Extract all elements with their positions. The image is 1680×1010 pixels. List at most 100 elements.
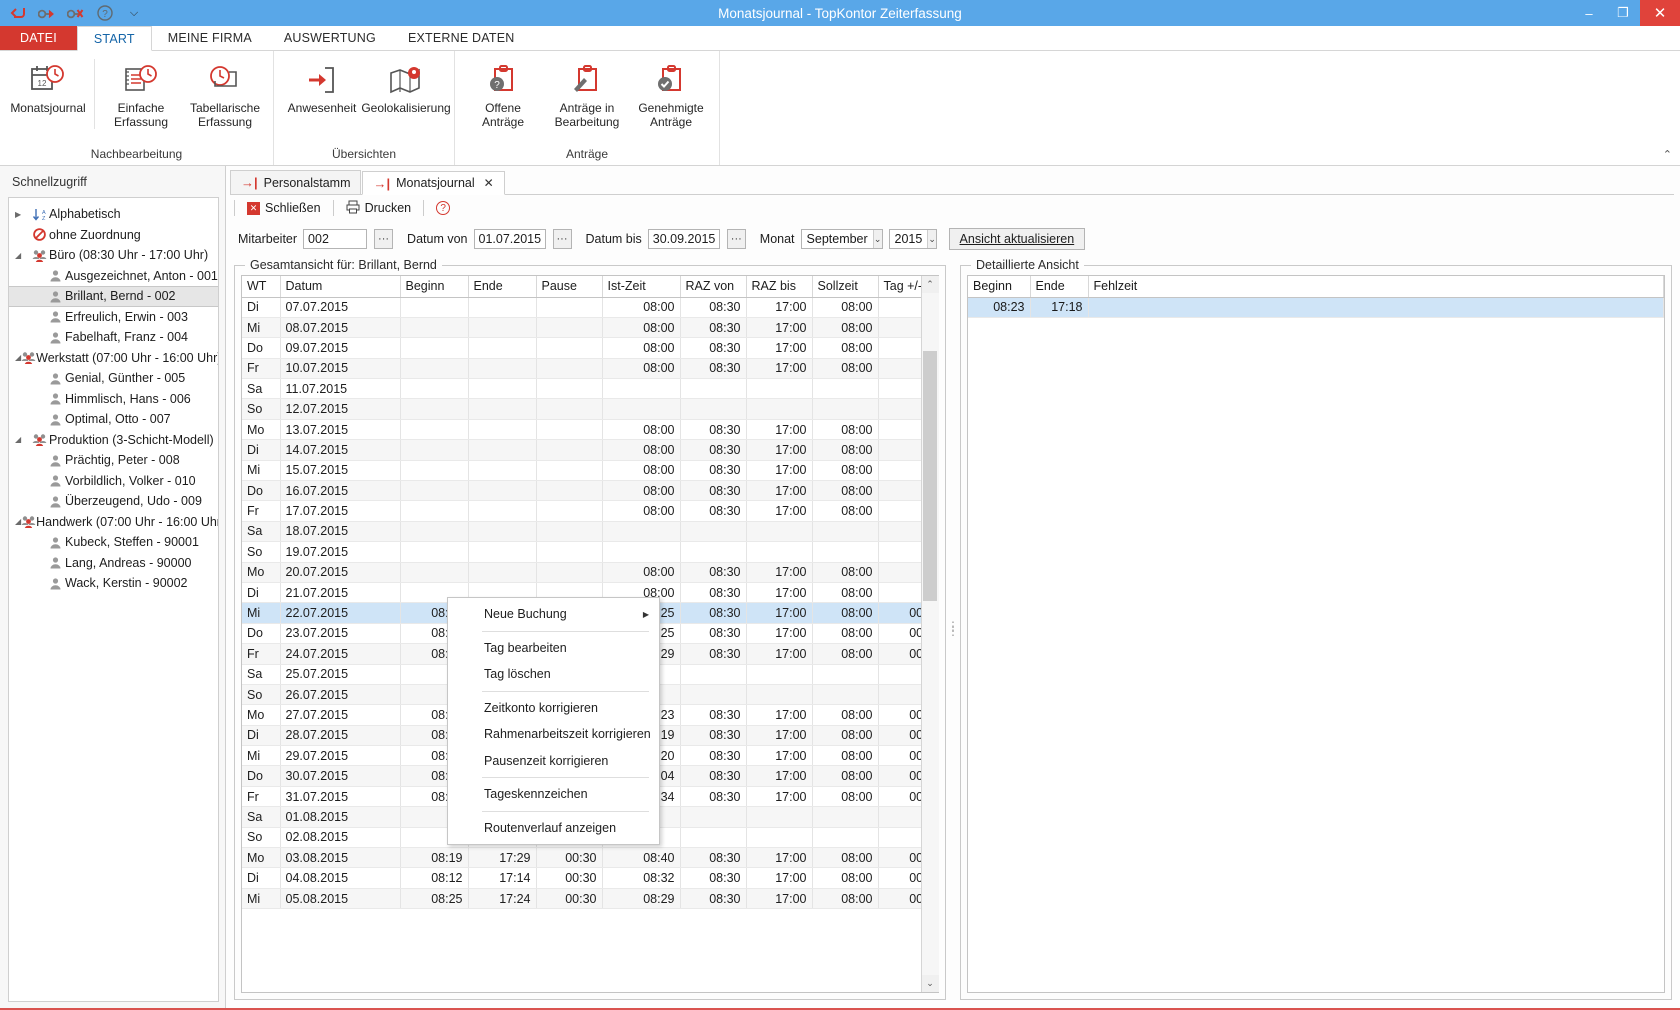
chevron-down-icon[interactable]: ⌵ (124, 3, 144, 23)
overview-column-header-3[interactable]: Ende (468, 276, 537, 298)
detail-column-header-2[interactable]: Fehlzeit (1088, 276, 1664, 298)
sidebar-item-4[interactable]: Brillant, Bernd - 002 (9, 286, 218, 307)
ribbon-button-geolokalisierung[interactable]: Geolokalisierung (361, 55, 451, 117)
context-menu-item-1[interactable]: Tag bearbeiten (448, 635, 659, 662)
table-row[interactable]: Mo13.07.201508:0008:3017:0008:0010:11Url… (242, 419, 921, 441)
help-command[interactable]: ? (431, 199, 455, 217)
ribbon-tab-auswertung[interactable]: AUSWERTUNG (268, 25, 392, 50)
sidebar-item-7[interactable]: ◢ Werkstatt (07:00 Uhr - 16:00 Uhr) (9, 348, 218, 369)
ribbon-button-anwesenheit[interactable]: Anwesenheit (280, 55, 364, 117)
ribbon-button-offene-antraege[interactable]: ? Offene Anträge (461, 55, 545, 131)
context-menu-item-6[interactable]: Tageskennzeichen (448, 781, 659, 808)
ribbon-button-genehmigte-antraege[interactable]: Genehmigte Anträge (629, 55, 713, 131)
context-menu-item-5[interactable]: Pausenzeit korrigieren (448, 748, 659, 775)
table-row[interactable]: Mi15.07.201508:0008:3017:0008:0010:11Url… (242, 460, 921, 482)
document-tab-bar[interactable]: →| Personalstamm →| Monatsjournal ✕ (230, 170, 1674, 195)
ribbon-tab-externe-daten[interactable]: EXTERNE DATEN (392, 25, 531, 50)
scroll-up-button[interactable]: ⌃ (921, 276, 939, 293)
expander-icon[interactable]: ▶ (15, 210, 29, 219)
sidebar-item-15[interactable]: ◢ Handwerk (07:00 Uhr - 16:00 Uhr) (9, 512, 218, 533)
monat-select[interactable]: September ⌄ (800, 229, 883, 249)
context-menu-item-7[interactable]: Routenverlauf anzeigen (448, 815, 659, 842)
tab-monatsjournal[interactable]: →| Monatsjournal ✕ (362, 171, 505, 195)
chevron-down-icon[interactable]: ⌄ (927, 230, 936, 248)
overview-column-header-1[interactable]: Datum (280, 276, 401, 298)
table-row[interactable]: So19.07.201510:11 (242, 541, 921, 563)
table-row[interactable]: Sa18.07.201510:11 (242, 521, 921, 543)
overview-column-header-8[interactable]: Sollzeit (812, 276, 879, 298)
tab-personalstamm[interactable]: →| Personalstamm (230, 170, 362, 194)
datum-von-picker-button[interactable]: ··· (552, 229, 572, 249)
scroll-thumb[interactable] (922, 351, 937, 601)
table-row[interactable]: Sa11.07.201510:11 (242, 378, 921, 400)
datum-bis-picker-button[interactable]: ··· (726, 229, 746, 249)
quick-access-toolbar[interactable]: ? ⌵ (0, 3, 144, 23)
scroll-down-button[interactable]: ⌄ (921, 975, 939, 992)
detail-column-header-1[interactable]: Ende (1030, 276, 1089, 298)
sidebar-item-11[interactable]: ◢ Produktion (3-Schicht-Modell) (9, 430, 218, 451)
help-icon[interactable]: ? (95, 3, 115, 23)
sidebar-item-2[interactable]: ◢ Büro (08:30 Uhr - 17:00 Uhr) (9, 245, 218, 266)
sidebar-item-1[interactable]: ohne Zuordnung (9, 225, 218, 246)
sidebar-item-14[interactable]: Überzeugend, Udo - 009 (9, 491, 218, 512)
close-icon[interactable]: ✕ (484, 176, 494, 190)
minimize-button[interactable]: – (1572, 0, 1606, 26)
overview-column-header-4[interactable]: Pause (536, 276, 603, 298)
table-row[interactable]: Di 04.08.2015 08:12 17:14 00:30 08:32 08:30 17:… (242, 867, 921, 889)
mitarbeiter-browse-button[interactable]: ··· (374, 229, 394, 249)
overview-column-header-9[interactable]: Tag +/- (878, 276, 921, 298)
table-row[interactable]: Fr17.07.201508:0008:3017:0008:0010:11Kra… (242, 500, 921, 522)
expander-icon[interactable]: ◢ (15, 435, 29, 444)
detail-column-header-0[interactable]: Beginn (968, 276, 1031, 298)
mitarbeiter-input[interactable]: 002 (303, 229, 368, 249)
sidebar-item-9[interactable]: Himmlisch, Hans - 006 (9, 389, 218, 410)
refresh-view-button[interactable]: Ansicht aktualisieren (948, 228, 1086, 250)
detail-table-row[interactable]: 08:23 17:18 (968, 297, 1664, 318)
sidebar-item-6[interactable]: Fabelhaft, Franz - 004 (9, 327, 218, 348)
employee-tree[interactable]: ▶ A Z Alphabetisch ohne Zuordnung ◢ Büro (08:3… (8, 197, 219, 1002)
sidebar-item-12[interactable]: Prächtig, Peter - 008 (9, 450, 218, 471)
table-row[interactable]: Mo20.07.201508:0008:3017:0008:0010:11Kra… (242, 562, 921, 583)
context-menu[interactable]: Neue Buchung ▶ Tag bearbeiten Tag löschen Ze… (447, 597, 660, 845)
table-row[interactable]: Do16.07.201508:0008:3017:0008:0010:11Kra… (242, 480, 921, 502)
window-buttons[interactable]: – ❐ ✕ (1572, 0, 1680, 26)
sidebar-item-10[interactable]: Optimal, Otto - 007 (9, 409, 218, 430)
overview-column-header-7[interactable]: RAZ bis (746, 276, 813, 298)
table-row[interactable]: Fr10.07.201508:0008:3017:0008:0010:11Url… (242, 358, 921, 380)
jahr-select[interactable]: 2015 ⌄ (888, 229, 937, 249)
context-menu-item-3[interactable]: Zeitkonto korrigieren (448, 695, 659, 722)
datum-bis-input[interactable]: 30.09.2015 (647, 229, 720, 249)
ribbon-tab-meine-firma[interactable]: MEINE FIRMA (152, 25, 268, 50)
print-command[interactable]: Drucken (341, 198, 417, 219)
close-button[interactable]: ✕ (1640, 0, 1680, 26)
panel-splitter[interactable]: ⋮ ⋮ (946, 257, 960, 1000)
sidebar-item-5[interactable]: Erfreulich, Erwin - 003 (9, 307, 218, 328)
sidebar-item-18[interactable]: Wack, Kerstin - 90002 (9, 573, 218, 594)
key-remove-icon[interactable] (66, 3, 86, 23)
chevron-down-icon[interactable]: ⌄ (872, 230, 882, 248)
ribbon-button-monatsjournal[interactable]: 12 Monatsjournal (6, 55, 90, 117)
ribbon-button-antraege-in-bearbeitung[interactable]: Anträge in Bearbeitung (545, 55, 629, 131)
back-icon[interactable] (8, 3, 28, 23)
table-row[interactable]: Di07.07.201508:0008:3017:0008:0010:11Url… (242, 297, 921, 318)
context-menu-item-4[interactable]: Rahmenarbeitszeit korrigieren (448, 721, 659, 748)
table-row[interactable]: Do09.07.201508:0008:3017:0008:0010:11Url… (242, 337, 921, 359)
ribbon-collapse-button[interactable]: ⌃ (1663, 148, 1672, 161)
ribbon-button-tabellarische-erfassung[interactable]: Tabellarische Erfassung (183, 55, 267, 131)
ribbon-tab-datei[interactable]: DATEI (0, 25, 77, 50)
scroll-track[interactable] (921, 293, 939, 975)
maximize-button[interactable]: ❐ (1606, 0, 1640, 26)
ribbon-button-einfache-erfassung[interactable]: Einfache Erfassung (99, 55, 183, 131)
table-row[interactable]: Mo 03.08.2015 08:19 17:29 00:30 08:40 08:30 17:… (242, 847, 921, 869)
datum-von-input[interactable]: 01.07.2015 (473, 229, 546, 249)
sidebar-item-0[interactable]: ▶ A Z Alphabetisch (9, 204, 218, 225)
detail-table[interactable]: Beginn Ende Fehlzeit 08:23 17:18 (968, 276, 1664, 318)
table-row[interactable]: Mi 05.08.2015 08:25 17:24 00:30 08:29 08:30 17:… (242, 888, 921, 910)
ribbon-tab-bar[interactable]: DATEI START MEINE FIRMA AUSWERTUNG EXTER… (0, 25, 1680, 51)
sidebar-item-13[interactable]: Vorbildlich, Volker - 010 (9, 471, 218, 492)
table-row[interactable]: Mi08.07.201508:0008:3017:0008:0010:11Url… (242, 317, 921, 339)
ribbon-tab-start[interactable]: START (76, 26, 152, 51)
sidebar-item-8[interactable]: Genial, Günther - 005 (9, 368, 218, 389)
overview-column-header-2[interactable]: Beginn (400, 276, 469, 298)
sidebar-item-3[interactable]: Ausgezeichnet, Anton - 001 (9, 266, 218, 287)
